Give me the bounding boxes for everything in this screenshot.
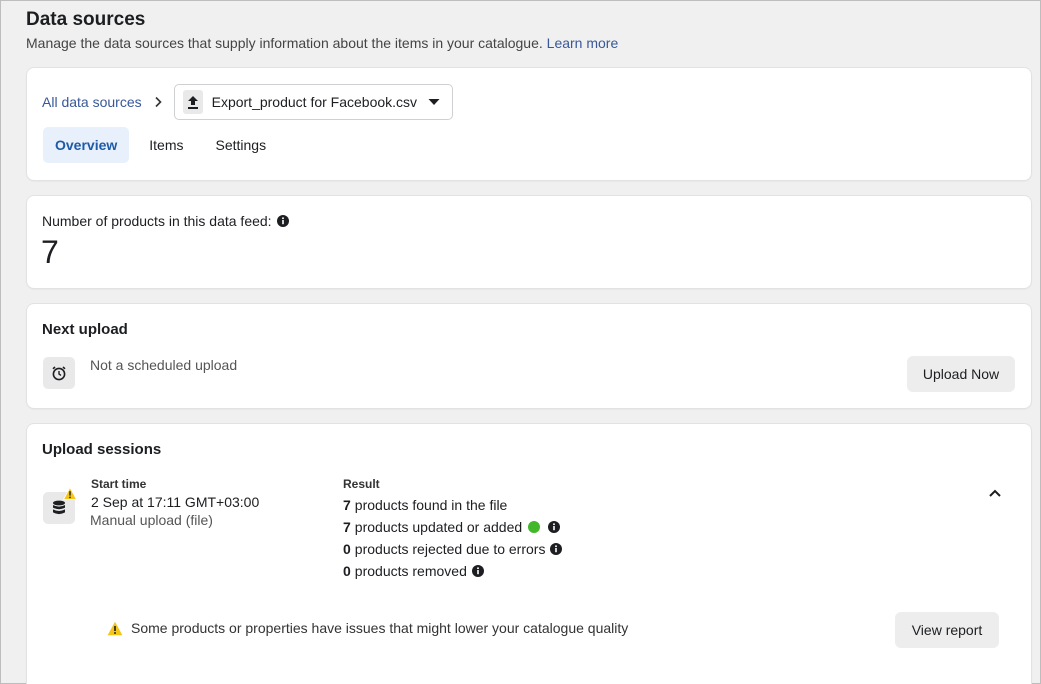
selected-file-name: Export_product for Facebook.csv: [211, 94, 418, 110]
result-rejected: 0 products rejected due to errors: [343, 538, 563, 560]
upload-now-button[interactable]: Upload Now: [907, 356, 1015, 392]
page-subtitle-text: Manage the data sources that supply info…: [26, 35, 543, 51]
breadcrumb: All data sources Export_product for Face…: [42, 84, 453, 120]
learn-more-link[interactable]: Learn more: [547, 35, 619, 51]
warning-icon: [63, 487, 77, 500]
start-time-label: Start time: [91, 477, 147, 491]
page-header: Data sources Manage the data sources tha…: [26, 9, 618, 52]
upload-method: Manual upload (file): [90, 512, 213, 528]
info-icon[interactable]: [276, 215, 289, 227]
result-updated-text: products updated or added: [354, 519, 523, 535]
result-label: Result: [343, 477, 380, 491]
tab-overview[interactable]: Overview: [43, 127, 130, 163]
schedule-status: Not a scheduled upload: [90, 357, 238, 373]
product-count-label-text: Number of products in this data feed:: [42, 213, 272, 229]
upload-sessions-title: Upload sessions: [42, 441, 162, 458]
quality-warning: Some products or properties have issues …: [107, 620, 628, 636]
all-data-sources-link[interactable]: All data sources: [42, 94, 142, 110]
result-rejected-text: products rejected due to errors: [354, 541, 546, 557]
result-list: 7 products found in the file 7 products …: [343, 494, 563, 582]
result-found: 7 products found in the file: [343, 494, 562, 516]
alarm-clock-icon: [43, 357, 75, 389]
warning-icon: [107, 621, 123, 635]
tab-items[interactable]: Items: [137, 127, 195, 163]
result-removed-count: 0: [343, 563, 351, 579]
info-icon[interactable]: [550, 543, 563, 555]
info-icon[interactable]: [471, 565, 484, 577]
success-dot-icon: [528, 521, 541, 533]
chevron-right-icon: [155, 96, 162, 108]
upload-icon: [182, 90, 203, 114]
info-icon[interactable]: [548, 521, 561, 533]
page-title: Data sources: [26, 9, 146, 30]
chevron-up-icon[interactable]: [988, 488, 1002, 498]
next-upload-title: Next upload: [42, 321, 128, 338]
result-rejected-count: 0: [343, 541, 351, 557]
data-source-dropdown[interactable]: Export_product for Facebook.csv: [173, 84, 453, 120]
next-upload-card: Next upload Not a scheduled upload Uploa…: [27, 304, 1031, 408]
result-updated: 7 products updated or added: [343, 516, 562, 538]
result-found-text: products found in the file: [354, 497, 508, 513]
view-report-button[interactable]: View report: [895, 612, 999, 648]
product-count-label: Number of products in this data feed:: [42, 213, 289, 229]
page-subtitle: Manage the data sources that supply info…: [26, 34, 618, 52]
start-time-value: 2 Sep at 17:11 GMT+03:00: [91, 494, 260, 510]
source-card: All data sources Export_product for Face…: [27, 68, 1031, 180]
product-count-value: 7: [41, 234, 59, 270]
quality-warning-text: Some products or properties have issues …: [131, 620, 629, 636]
result-removed-text: products removed: [354, 563, 467, 579]
result-updated-count: 7: [343, 519, 351, 535]
result-found-count: 7: [343, 497, 351, 513]
caret-down-icon: [428, 99, 440, 105]
result-removed: 0 products removed: [343, 560, 562, 582]
tab-settings[interactable]: Settings: [204, 127, 279, 163]
upload-sessions-card: Upload sessions Start time 2 Sep at 17:1…: [27, 424, 1031, 684]
tab-bar: Overview Items Settings: [43, 127, 286, 163]
product-count-card: Number of products in this data feed: 7: [27, 196, 1031, 288]
